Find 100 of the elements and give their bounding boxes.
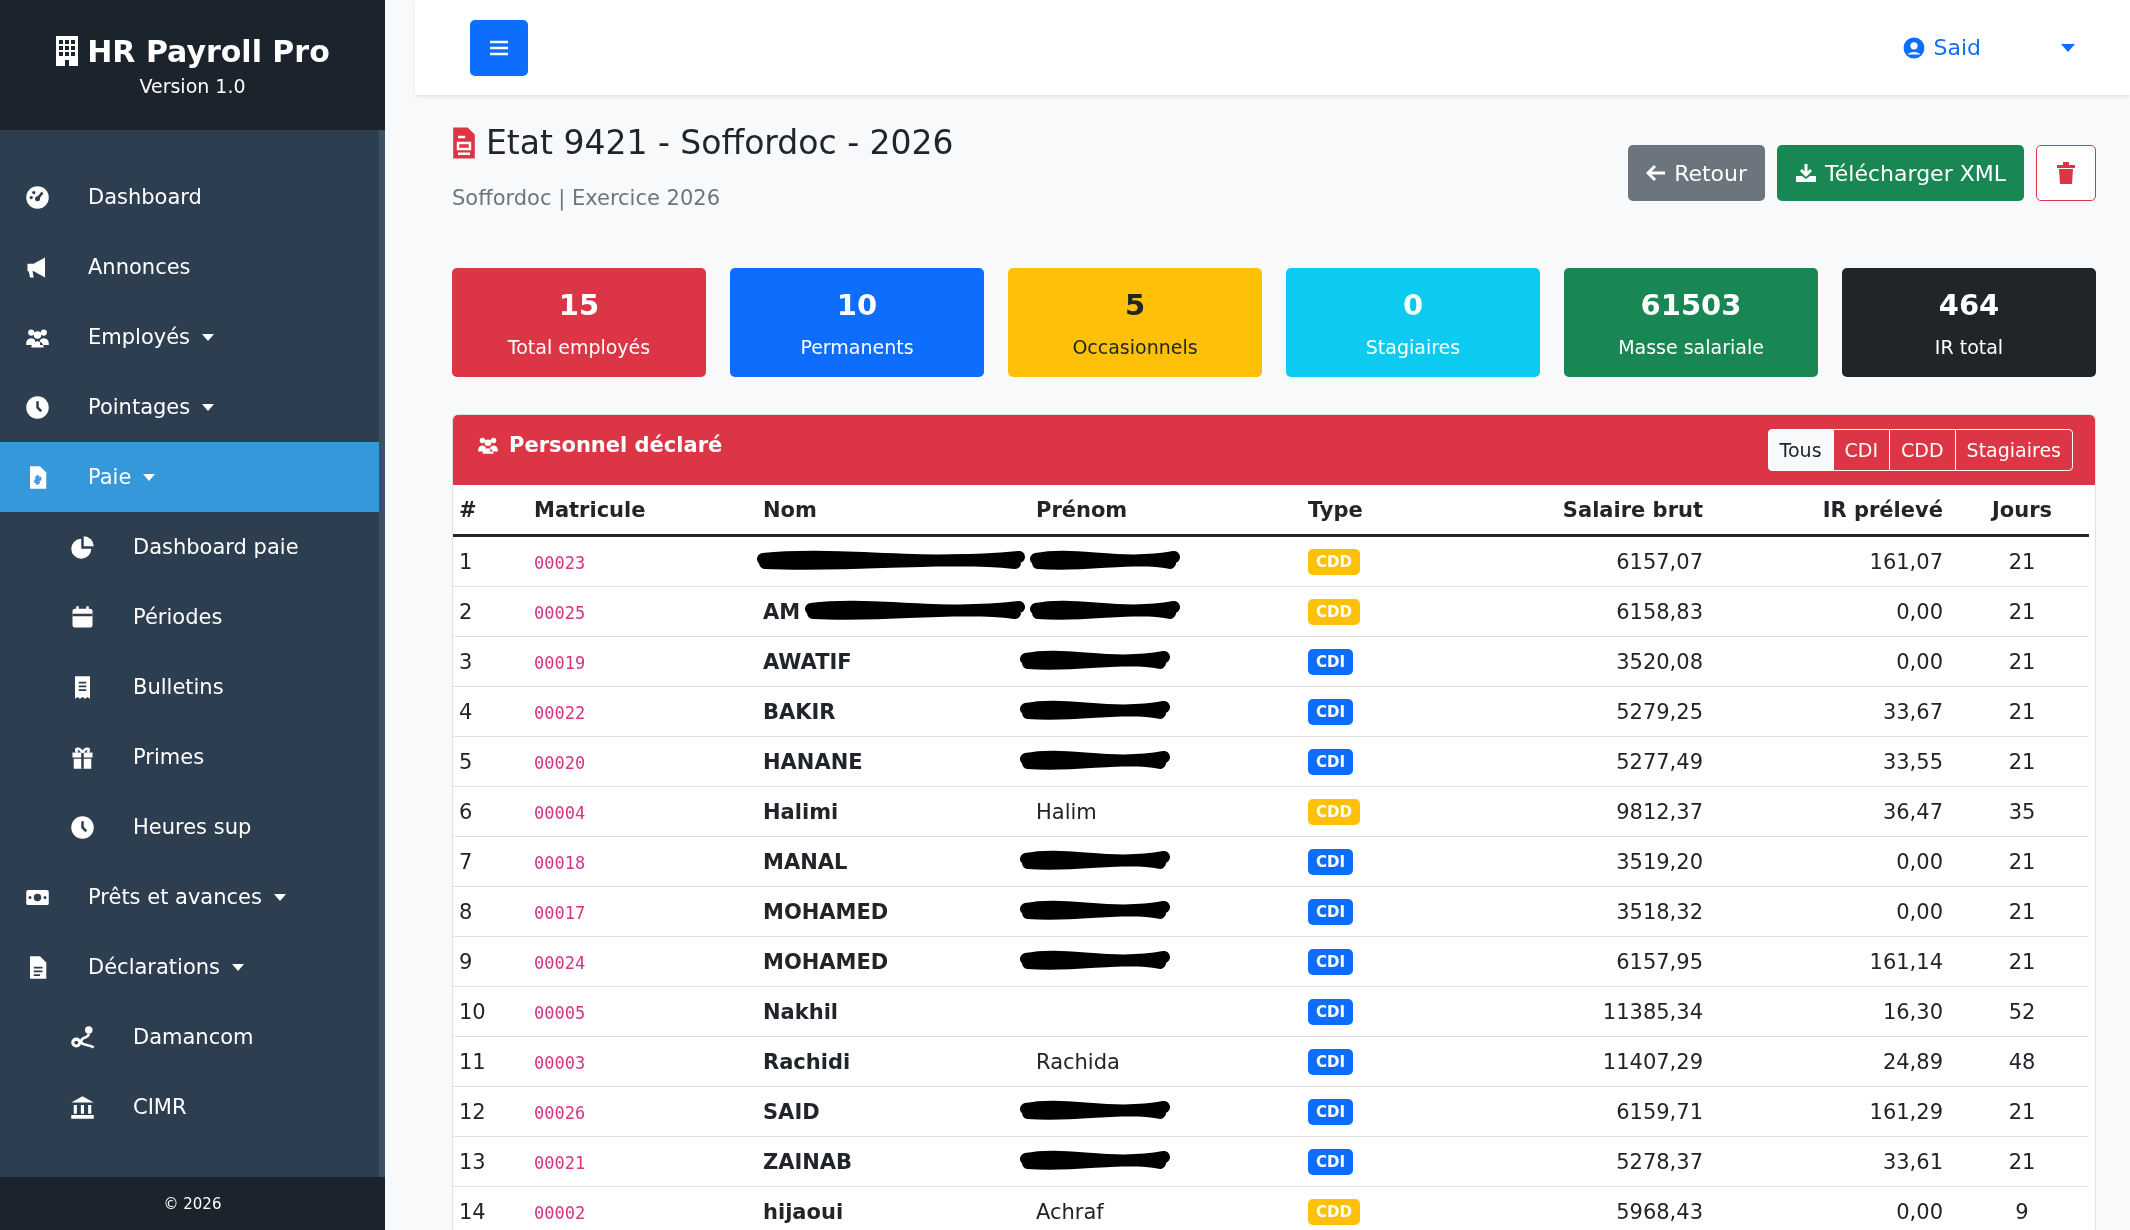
user-icon xyxy=(1903,36,1926,59)
route-icon xyxy=(70,1024,95,1050)
page-subtitle: Soffordoc | Exercice 2026 xyxy=(452,186,722,210)
last-name: Nakhil xyxy=(763,999,839,1024)
sidebar-item[interactable]: Déclarations xyxy=(0,932,379,1002)
column-header: Nom xyxy=(763,497,817,522)
last-name: BAKIR xyxy=(763,699,836,724)
income-tax: 161,14 xyxy=(1869,949,1943,974)
sidebar-item[interactable]: CIMR xyxy=(0,1072,379,1142)
app-title: HR Payroll Pro xyxy=(87,33,330,69)
first-name: Halim xyxy=(1036,799,1097,824)
employee-id: 00005 xyxy=(534,1002,586,1023)
stat-label: Occasionnels xyxy=(1072,335,1198,358)
row-number: 1 xyxy=(459,549,473,574)
menu-icon xyxy=(489,39,509,56)
gross-salary: 6158,83 xyxy=(1616,599,1703,624)
stat-value: 61503 xyxy=(1640,287,1742,322)
sidebar-item[interactable]: Heures sup xyxy=(0,792,379,862)
row-number: 13 xyxy=(459,1149,486,1174)
income-tax: 24,89 xyxy=(1882,1049,1943,1074)
days-worked: 21 xyxy=(2008,549,2036,574)
delete-button[interactable] xyxy=(2036,145,2096,201)
type-badge: CDI xyxy=(1308,699,1354,725)
clock-icon xyxy=(25,394,50,420)
type-badge: CDI xyxy=(1308,749,1354,775)
filter-button[interactable]: Stagiaires xyxy=(1954,429,2073,471)
download-button[interactable]: Télécharger XML xyxy=(1777,145,2024,201)
filter-button[interactable]: Tous xyxy=(1767,429,1834,471)
caret-icon[interactable] xyxy=(2061,43,2075,52)
income-tax: 161,29 xyxy=(1869,1099,1943,1124)
menu-button[interactable] xyxy=(470,19,528,76)
gauge-icon xyxy=(25,184,50,210)
sidebar-item[interactable]: Périodes xyxy=(0,582,379,652)
sidebar-item[interactable]: Bulletins xyxy=(0,652,379,722)
stat-value: 15 xyxy=(558,287,600,322)
income-tax: 36,47 xyxy=(1882,799,1943,824)
column-header: Prénom xyxy=(1036,497,1128,522)
gross-salary: 5278,37 xyxy=(1616,1149,1703,1174)
filter-button[interactable]: CDI xyxy=(1832,429,1891,471)
employee-id: 00023 xyxy=(534,552,586,573)
type-badge: CDD xyxy=(1308,1199,1360,1225)
gross-salary: 6157,95 xyxy=(1616,949,1703,974)
income-tax: 33,67 xyxy=(1882,699,1943,724)
column-header: Salaire brut xyxy=(1562,497,1703,522)
days-worked: 52 xyxy=(2008,999,2036,1024)
copyright: © 2026 xyxy=(0,1177,385,1230)
row-number: 12 xyxy=(459,1099,486,1124)
stat-value: 5 xyxy=(1124,287,1146,322)
page-title: Etat 9421 - Soffordoc - 2026 xyxy=(486,123,954,162)
days-worked: 21 xyxy=(2008,899,2036,924)
row-number: 3 xyxy=(459,649,473,674)
gross-salary: 3519,20 xyxy=(1616,849,1703,874)
sidebar-item[interactable]: Prêts et avances xyxy=(0,862,379,932)
clock-icon xyxy=(70,814,95,840)
days-worked: 9 xyxy=(2015,1199,2029,1224)
calendar-icon xyxy=(70,604,95,630)
employee-id: 00026 xyxy=(534,1102,586,1123)
income-tax: 16,30 xyxy=(1882,999,1943,1024)
stat-value: 464 xyxy=(1938,287,2000,322)
type-badge: CDI xyxy=(1308,949,1354,975)
days-worked: 21 xyxy=(2008,1149,2036,1174)
type-badge: CDI xyxy=(1308,1149,1354,1175)
employee-id: 00004 xyxy=(534,802,586,823)
back-button[interactable]: Retour xyxy=(1628,145,1766,201)
income-tax: 161,07 xyxy=(1869,549,1943,574)
employee-id: 00018 xyxy=(534,852,586,873)
days-worked: 21 xyxy=(2008,599,2036,624)
employee-id: 00002 xyxy=(534,1202,586,1223)
employee-id: 00025 xyxy=(534,602,586,623)
gross-salary: 5277,49 xyxy=(1616,749,1703,774)
days-worked: 21 xyxy=(2008,699,2036,724)
type-badge: CDD xyxy=(1308,599,1360,625)
row-number: 10 xyxy=(459,999,486,1024)
employee-id: 00022 xyxy=(534,702,586,723)
sidebar-item[interactable]: Employés xyxy=(0,302,379,372)
gross-salary: 6157,07 xyxy=(1616,549,1703,574)
gross-salary: 11407,29 xyxy=(1602,1049,1703,1074)
type-badge: CDI xyxy=(1308,1049,1354,1075)
employee-id: 00020 xyxy=(534,752,586,773)
sidebar-item[interactable]: Primes xyxy=(0,722,379,792)
gross-salary: 6159,71 xyxy=(1616,1099,1703,1124)
sidebar-item[interactable]: Dashboard xyxy=(0,162,379,232)
stat-value: 10 xyxy=(836,287,878,322)
last-name: SAID xyxy=(763,1099,820,1124)
gift-icon xyxy=(70,744,95,770)
sidebar-item[interactable]: Damancom xyxy=(0,1002,379,1072)
sidebar-item[interactable]: Annonces xyxy=(0,232,379,302)
first-name: Achraf xyxy=(1036,1199,1104,1224)
income-tax: 0,00 xyxy=(1896,899,1943,924)
filter-button[interactable]: CDD xyxy=(1889,429,1956,471)
user-menu[interactable]: Said xyxy=(1903,35,1981,60)
stat-label: IR total xyxy=(1934,335,2004,358)
row-number: 8 xyxy=(459,899,473,924)
last-name: Halimi xyxy=(763,799,839,824)
row-number: 6 xyxy=(459,799,473,824)
sidebar-item[interactable]: Pointages xyxy=(0,372,379,442)
type-badge: CDI xyxy=(1308,849,1354,875)
sidebar-item[interactable]: Dashboard paie xyxy=(0,512,379,582)
row-number: 9 xyxy=(459,949,473,974)
type-badge: CDI xyxy=(1308,899,1354,925)
